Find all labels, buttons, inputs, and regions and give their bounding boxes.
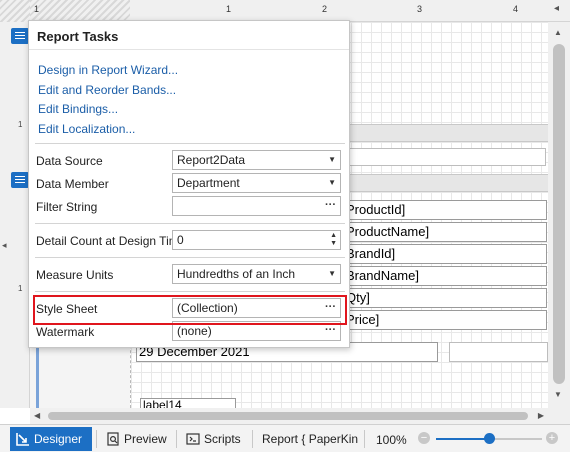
collapse-arrow-icon[interactable]: ◂ (2, 240, 7, 251)
zoom-level[interactable]: 100% (376, 433, 407, 447)
chevron-down-icon: ▼ (328, 178, 336, 187)
divider (96, 430, 97, 448)
link-report-wizard[interactable]: Design in Report Wizard... (38, 63, 178, 77)
divider (364, 430, 365, 448)
link-reorder-bands[interactable]: Edit and Reorder Bands... (38, 83, 176, 97)
data-source-label: Data Source (36, 154, 103, 168)
report-tasks-popup: Report Tasks Design in Report Wizard... … (28, 20, 350, 348)
scripts-icon (186, 433, 200, 445)
field-value: 0 (177, 233, 184, 247)
ruler-mark: 2 (322, 4, 328, 14)
divider (252, 430, 253, 448)
tab-scripts[interactable]: Scripts (180, 427, 248, 451)
filter-string-field[interactable]: ··· (172, 196, 341, 216)
filter-string-label: Filter String (36, 200, 98, 214)
zoom-out-icon[interactable]: − (418, 432, 430, 444)
field-value: (none) (177, 324, 212, 338)
tab-label: Designer (34, 432, 83, 446)
ruler-mark: 1 (226, 4, 232, 14)
scroll-thumb[interactable] (553, 44, 565, 384)
chevron-down-icon: ▼ (328, 155, 336, 164)
report-field[interactable]: ProductName] (343, 222, 547, 242)
report-field[interactable] (449, 342, 548, 362)
measure-units-label: Measure Units (36, 268, 114, 282)
band-gutter: 1 ◂ 1 (0, 22, 30, 408)
dropdown-value: Report2Data (177, 153, 246, 167)
top-ruler: 1 1 2 3 4 ◂ (0, 0, 570, 22)
measure-units-dropdown[interactable]: Hundredths of an Inch ▼ (172, 264, 341, 284)
zoom-fill (436, 438, 489, 440)
divider (35, 291, 345, 292)
report-field[interactable] (346, 148, 546, 166)
label-field[interactable]: label14 (140, 398, 236, 408)
divider (35, 223, 345, 224)
scroll-left-icon[interactable]: ◀ (34, 411, 40, 420)
tab-label: Scripts (204, 432, 241, 446)
dropdown-value: Department (177, 176, 240, 190)
scroll-down-icon[interactable]: ▼ (554, 390, 562, 399)
ruler-scroll-right-icon[interactable]: ◂ (554, 3, 559, 14)
tab-report[interactable]: Report { PaperKinc (262, 427, 358, 451)
scroll-corner (548, 408, 570, 424)
scroll-thumb[interactable] (48, 412, 528, 420)
watermark-label: Watermark (36, 325, 95, 339)
ruler-margin (30, 0, 130, 22)
tab-label: Preview (124, 432, 167, 446)
link-edit-localization[interactable]: Edit Localization... (38, 122, 135, 136)
popup-title: Report Tasks (37, 29, 119, 44)
chevron-down-icon: ▼ (328, 269, 336, 278)
ruler-corner (0, 0, 30, 22)
report-field[interactable]: Qty] (343, 288, 547, 308)
scroll-up-icon[interactable]: ▲ (554, 28, 562, 37)
link-edit-bindings[interactable]: Edit Bindings... (38, 102, 118, 116)
band-menu-icon[interactable] (11, 28, 29, 44)
report-field[interactable]: BrandId] (343, 244, 547, 264)
divider (35, 257, 345, 258)
ruler-mark: 1 (34, 4, 40, 14)
tab-designer[interactable]: Designer (10, 427, 92, 451)
zoom-in-icon[interactable]: + (546, 432, 558, 444)
detail-count-spinner[interactable]: 0 ▲ ▼ (172, 230, 341, 250)
spin-arrows-icon[interactable]: ▲ ▼ (330, 232, 337, 248)
tab-label: Report { PaperKinc (262, 432, 358, 446)
bottom-toolbar: Designer Preview Scripts Report { PaperK… (0, 424, 570, 452)
data-source-dropdown[interactable]: Report2Data ▼ (172, 150, 341, 170)
divider (35, 143, 345, 144)
vertical-scrollbar[interactable]: ▲ ▼ (548, 22, 570, 408)
dropdown-value: Hundredths of an Inch (177, 267, 296, 281)
report-field[interactable]: Price] (343, 310, 547, 330)
ruler-mark: 1 (18, 120, 23, 129)
ellipsis-icon[interactable]: ··· (325, 197, 336, 214)
horizontal-scrollbar[interactable]: ◀ ▶ (30, 408, 548, 424)
ruler-mark: 4 (513, 4, 519, 14)
preview-icon (107, 432, 119, 446)
ruler-mark: 3 (417, 4, 423, 14)
detail-count-label: Detail Count at Design Time (36, 234, 186, 248)
band-menu-icon[interactable] (11, 172, 29, 188)
designer-icon (16, 433, 29, 446)
report-field[interactable]: BrandName] (343, 266, 547, 286)
data-member-label: Data Member (36, 177, 109, 191)
scroll-right-icon[interactable]: ▶ (538, 411, 544, 420)
tab-preview[interactable]: Preview (100, 427, 172, 451)
report-field[interactable]: ProductId] (343, 200, 547, 220)
highlight-box (33, 295, 347, 325)
ruler-mark: 1 (18, 284, 23, 293)
divider (29, 49, 349, 50)
divider (176, 430, 177, 448)
data-member-dropdown[interactable]: Department ▼ (172, 173, 341, 193)
zoom-thumb[interactable] (484, 433, 495, 444)
